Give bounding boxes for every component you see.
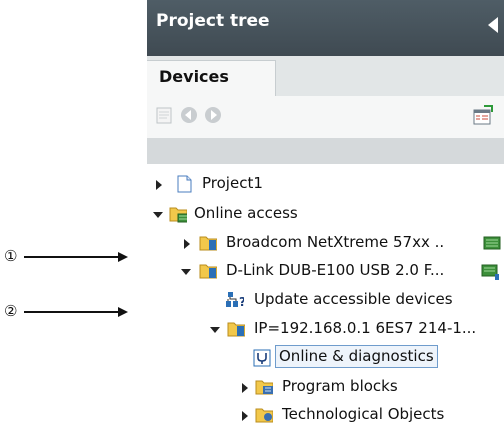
tree-row-technological-objects[interactable]: Technological Objects (147, 402, 504, 428)
callout-2-arrowhead (118, 307, 128, 317)
adapter-status-icon (483, 236, 501, 250)
collapse-arrow-icon[interactable] (181, 269, 191, 275)
collapse-panel-icon[interactable] (488, 17, 498, 33)
tree-label-online-diagnostics: Online & diagnostics (275, 345, 438, 368)
tree-row-online-access[interactable]: Online access (147, 201, 504, 227)
collapse-arrow-icon[interactable] (210, 327, 220, 333)
callout-1-arrowhead (118, 252, 128, 262)
panel-titlebar: Project tree (147, 0, 504, 56)
tree-label-program-blocks: Program blocks (282, 377, 398, 395)
tree-row-program-blocks[interactable]: Program blocks (147, 374, 504, 400)
tree-row-online-diagnostics[interactable]: Online & diagnostics (147, 345, 504, 371)
callout-1-line (24, 256, 120, 258)
expand-arrow-icon[interactable] (242, 411, 248, 421)
tree-row-dlink[interactable]: D-Link DUB-E100 USB 2.0 F... (147, 258, 504, 284)
project-file-icon (177, 175, 192, 193)
add-new-group-icon[interactable] (155, 105, 175, 125)
expand-arrow-icon[interactable] (242, 383, 248, 393)
panel-title: Project tree (156, 11, 270, 31)
tree-label-ip-device: IP=192.168.0.1 6ES7 214-1... (254, 319, 477, 337)
technological-objects-folder-icon (255, 408, 273, 423)
callout-2: ② (4, 302, 18, 320)
tree-row-broadcom[interactable]: Broadcom NetXtreme 57xx .. (147, 230, 504, 256)
filter-bar (147, 138, 504, 164)
tree-label-technological-objects: Technological Objects (282, 405, 445, 423)
callout-1: ① (4, 247, 18, 265)
tree-label-online-access: Online access (194, 204, 298, 222)
tab-strip: Devices (147, 56, 504, 97)
update-devices-icon: ? (226, 292, 244, 309)
tree-label-project: Project1 (202, 174, 263, 192)
program-blocks-folder-icon (255, 380, 273, 395)
back-icon[interactable] (179, 105, 199, 125)
collapse-arrow-icon[interactable] (153, 212, 163, 218)
online-access-folder-icon (169, 207, 187, 223)
project-tree-panel: Project tree Devices Project1 Online acc… (147, 0, 504, 436)
tree-label-update-devices: Update accessible devices (254, 290, 453, 308)
adapter-status-icon (481, 264, 499, 280)
diagnostics-icon (253, 349, 271, 367)
tree-label-broadcom: Broadcom NetXtreme 57xx .. (226, 233, 445, 251)
network-adapter-folder-icon (199, 264, 217, 279)
tree-row-project[interactable]: Project1 (147, 171, 504, 197)
tree-row-ip-device[interactable]: IP=192.168.0.1 6ES7 214-1... (147, 316, 504, 342)
device-tree: Project1 Online access Broadcom NetXtrem… (147, 164, 504, 436)
network-adapter-folder-icon (199, 236, 217, 251)
forward-icon[interactable] (203, 105, 223, 125)
device-folder-icon (227, 322, 245, 337)
tree-label-dlink: D-Link DUB-E100 USB 2.0 F... (226, 261, 445, 279)
expand-arrow-icon[interactable] (184, 239, 190, 249)
expand-arrow-icon[interactable] (156, 180, 162, 190)
tab-devices-label: Devices (159, 67, 229, 86)
callout-2-line (24, 311, 120, 313)
tree-toolbar (147, 96, 504, 138)
tab-devices[interactable]: Devices (147, 60, 276, 97)
properties-icon[interactable] (472, 105, 494, 127)
tree-row-update-devices[interactable]: ? Update accessible devices (147, 287, 504, 313)
svg-text:?: ? (239, 295, 244, 309)
